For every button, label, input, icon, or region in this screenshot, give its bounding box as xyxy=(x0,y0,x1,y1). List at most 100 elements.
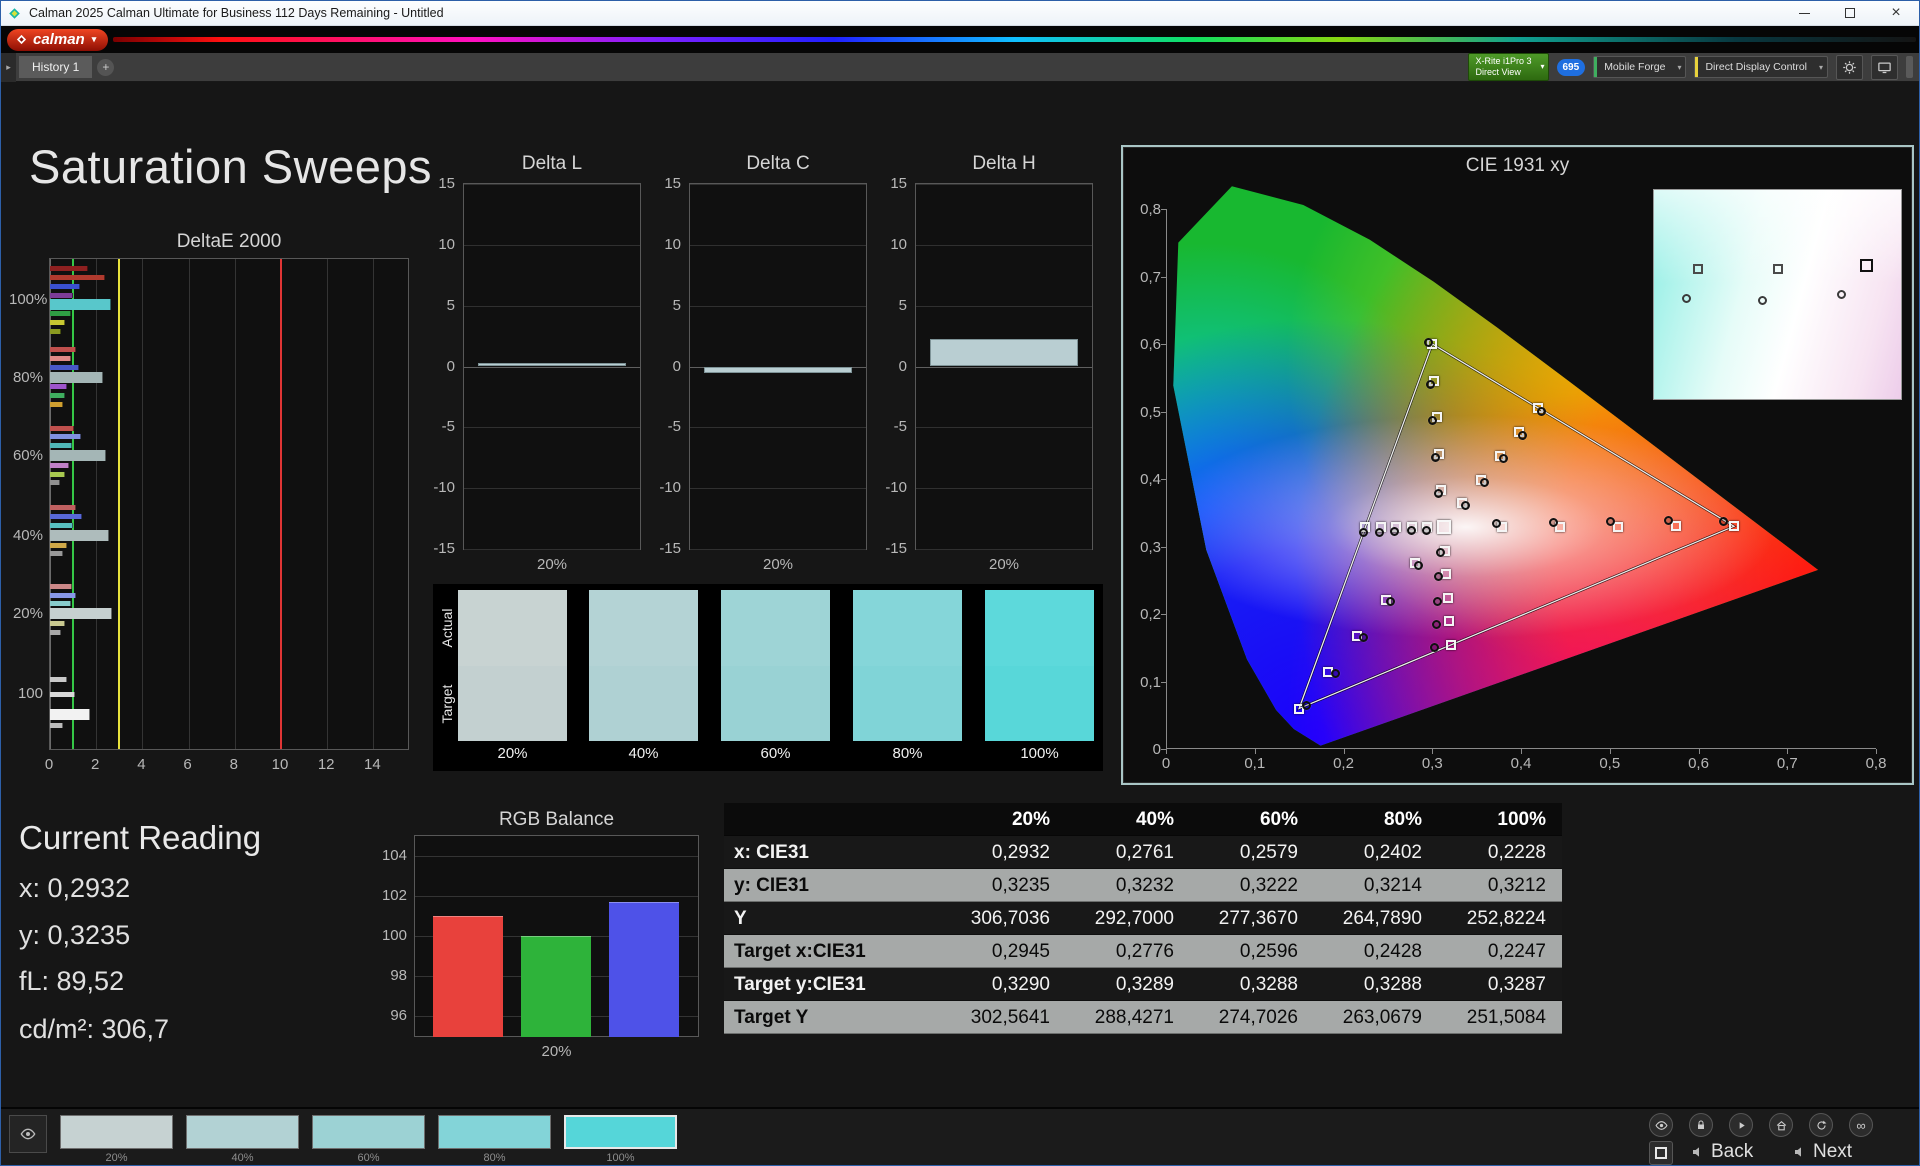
cie-y-tick: 0 xyxy=(1152,741,1161,758)
chevron-down-icon: ▾ xyxy=(1540,62,1545,72)
target-marker xyxy=(1444,616,1455,627)
deltae-bar xyxy=(50,402,63,408)
close-button[interactable]: × xyxy=(1873,1,1919,25)
display-label: Direct Display Control xyxy=(1705,61,1807,73)
rainbow-gradient xyxy=(113,37,1916,42)
deltae-bar xyxy=(50,384,68,390)
swatch-actual xyxy=(721,590,830,666)
inset-measured-marker xyxy=(1758,296,1768,306)
deltae-ref-line xyxy=(72,259,75,749)
page-title: Saturation Sweeps xyxy=(29,140,433,193)
infinity-icon: ∞ xyxy=(1856,1117,1866,1133)
deltae-x-tick: 10 xyxy=(271,756,289,773)
meter-line2: Direct View xyxy=(1475,67,1521,77)
measured-marker xyxy=(1480,477,1490,487)
deltae-bar xyxy=(50,629,62,635)
deltae-y-label: 80% xyxy=(12,369,43,387)
maximize-button[interactable] xyxy=(1827,1,1873,25)
deltae-bar xyxy=(50,355,71,361)
loop-button[interactable]: ∞ xyxy=(1849,1113,1873,1137)
deltae-gridline xyxy=(373,259,375,749)
delta-l-title: Delta L xyxy=(521,153,583,174)
source-dropdown[interactable]: Mobile Forge ▾ xyxy=(1593,56,1687,78)
inset-target-marker xyxy=(1693,264,1704,275)
inset-target-marker xyxy=(1859,258,1873,272)
rgb-y-tick: 100 xyxy=(381,927,407,944)
measured-marker xyxy=(1374,527,1384,537)
window-title: Calman 2025 Calman Ultimate for Business… xyxy=(29,6,444,20)
play-button[interactable] xyxy=(1729,1113,1753,1137)
chevron-down-icon: ▾ xyxy=(1677,63,1682,72)
minimize-button[interactable] xyxy=(1781,1,1827,25)
settings-button[interactable] xyxy=(1836,54,1863,80)
swatch-label: 60% xyxy=(760,745,791,762)
delta-gridline xyxy=(464,305,640,307)
app-window: Calman 2025 Calman Ultimate for Business… xyxy=(0,0,1920,1166)
panel-handle[interactable] xyxy=(1906,56,1913,78)
patch-thumbnail-20%[interactable] xyxy=(60,1115,173,1149)
delta-gridline xyxy=(690,488,866,490)
rgb-plot xyxy=(414,835,699,1037)
speaker-icon xyxy=(1691,1144,1707,1165)
patch-thumbnail-60%[interactable] xyxy=(312,1115,425,1149)
refresh-button[interactable] xyxy=(1809,1113,1833,1137)
deltae-bar xyxy=(50,621,65,627)
cie-inset-zoom xyxy=(1653,189,1902,400)
cie-x-tickmark xyxy=(1166,749,1167,754)
cie-x-tickmark xyxy=(1343,749,1345,754)
deltae-x-tick: 4 xyxy=(137,756,146,773)
delta-gridline xyxy=(690,305,866,307)
table-cell: 288,4271 xyxy=(1066,1001,1190,1034)
window-controls: × xyxy=(1781,1,1919,25)
delta-gridline xyxy=(916,305,1092,307)
add-tab-button[interactable]: + xyxy=(97,58,115,76)
swatch-target xyxy=(985,665,1094,741)
delta-y-tick: 5 xyxy=(446,296,455,314)
stop-pattern-button[interactable] xyxy=(1649,1141,1673,1165)
eye-button[interactable] xyxy=(1649,1113,1673,1137)
delta-gridline xyxy=(464,549,640,550)
delta-gridline xyxy=(916,244,1092,246)
meter-dropdown[interactable]: X-Rite i1Pro 3 Direct View ▾ xyxy=(1468,53,1549,81)
delta-y-tick: -5 xyxy=(667,418,681,436)
deltae-bar xyxy=(50,529,109,541)
patch-thumbnail-80%[interactable] xyxy=(438,1115,551,1149)
delta-y-tick: -15 xyxy=(885,540,907,557)
next-button[interactable]: Next xyxy=(1813,1141,1852,1163)
nav-cluster: ∞ Back Next xyxy=(1647,1113,1909,1165)
meter-count-badge: 695 xyxy=(1556,58,1586,76)
delta-y-tick: -10 xyxy=(433,479,455,497)
table-cell: 0,3287 xyxy=(1438,968,1562,1001)
preview-tile[interactable] xyxy=(9,1115,47,1153)
cie-x-tick: 0,7 xyxy=(1776,755,1798,772)
back-button[interactable]: Back xyxy=(1711,1141,1753,1163)
deltae-gridline xyxy=(234,259,236,749)
patch-thumbnail-40%[interactable] xyxy=(186,1115,299,1149)
sidebar-toggle-button[interactable]: ▸ xyxy=(1,52,16,82)
measured-marker xyxy=(1390,527,1400,536)
delta-gridline xyxy=(690,244,866,246)
patch-thumbnail-label: 40% xyxy=(231,1152,254,1164)
cie-x-tick: 0,2 xyxy=(1333,755,1354,772)
deltae-bar xyxy=(50,542,68,548)
display-button[interactable] xyxy=(1871,54,1898,80)
home-button[interactable] xyxy=(1769,1113,1793,1137)
table-cell: 0,2932 xyxy=(942,836,1066,869)
cie-y-tick: 0,4 xyxy=(1140,471,1161,488)
lock-button[interactable] xyxy=(1689,1113,1713,1137)
table-cell: 0,3288 xyxy=(1190,968,1314,1001)
tab-history[interactable]: History 1 xyxy=(19,56,93,78)
delta-y-tick: 15 xyxy=(664,175,681,192)
target-marker xyxy=(1441,569,1452,580)
calman-logo-button[interactable]: calman ▾ xyxy=(7,28,109,51)
patch-thumbnail-100%[interactable] xyxy=(564,1115,677,1149)
table-cell: 0,2596 xyxy=(1190,935,1314,968)
deltae-bar xyxy=(50,449,107,461)
toolbar: ▸ History 1 + X-Rite i1Pro 3 Direct View… xyxy=(1,52,1919,82)
measured-marker xyxy=(1549,517,1559,527)
deltae-ref-line xyxy=(118,259,121,749)
table-cell: 0,2776 xyxy=(1066,935,1190,968)
deltae-bar xyxy=(50,462,70,468)
display-control-dropdown[interactable]: Direct Display Control ▾ xyxy=(1694,56,1828,78)
measured-marker xyxy=(1491,519,1501,529)
